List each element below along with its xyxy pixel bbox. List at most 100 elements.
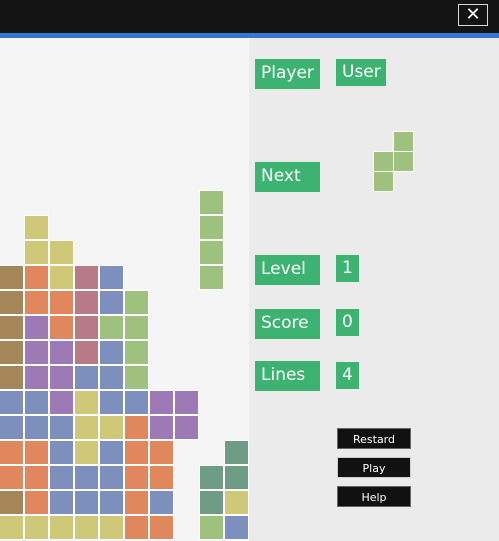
board-block bbox=[149, 390, 174, 415]
board-block bbox=[224, 490, 249, 515]
board-block bbox=[0, 440, 24, 465]
board-block bbox=[24, 290, 49, 315]
board-block bbox=[24, 390, 49, 415]
board-block bbox=[149, 490, 174, 515]
board-block bbox=[199, 465, 224, 490]
board-block bbox=[124, 290, 149, 315]
board-block bbox=[49, 265, 74, 290]
board-block bbox=[49, 365, 74, 390]
restart-button[interactable]: Restard bbox=[337, 428, 411, 449]
board-block bbox=[199, 240, 224, 265]
board-block bbox=[99, 390, 124, 415]
board-block bbox=[99, 340, 124, 365]
board-block bbox=[49, 490, 74, 515]
board-block bbox=[49, 465, 74, 490]
board-block bbox=[124, 440, 149, 465]
board-block bbox=[24, 440, 49, 465]
board-block bbox=[0, 365, 24, 390]
board-block bbox=[0, 390, 24, 415]
board-block bbox=[0, 340, 24, 365]
board-block bbox=[49, 390, 74, 415]
board-block bbox=[99, 415, 124, 440]
board-block bbox=[49, 415, 74, 440]
board-block bbox=[124, 490, 149, 515]
board-block bbox=[74, 490, 99, 515]
board-block bbox=[74, 465, 99, 490]
player-label: Player bbox=[255, 59, 320, 89]
board-block bbox=[99, 490, 124, 515]
score-value: 0 bbox=[336, 309, 359, 336]
board-block bbox=[49, 515, 74, 540]
board-block bbox=[124, 365, 149, 390]
board-block bbox=[0, 490, 24, 515]
board-block bbox=[74, 440, 99, 465]
board-block bbox=[124, 390, 149, 415]
board-block bbox=[74, 415, 99, 440]
board-block bbox=[199, 490, 224, 515]
board-block bbox=[0, 515, 24, 540]
level-value: 1 bbox=[336, 255, 359, 282]
board-block bbox=[199, 515, 224, 540]
board-block bbox=[149, 415, 174, 440]
title-bar bbox=[0, 0, 499, 33]
board-block bbox=[199, 265, 224, 290]
board-block bbox=[24, 215, 49, 240]
board-block bbox=[99, 440, 124, 465]
board-block bbox=[174, 415, 199, 440]
board-block bbox=[124, 465, 149, 490]
board-block bbox=[24, 315, 49, 340]
close-icon[interactable]: ✕ bbox=[458, 4, 488, 26]
game-board bbox=[0, 38, 249, 541]
score-label: Score bbox=[255, 309, 320, 339]
board-block bbox=[49, 440, 74, 465]
board-block bbox=[74, 315, 99, 340]
board-block bbox=[199, 215, 224, 240]
board-block bbox=[149, 515, 174, 540]
board-block bbox=[99, 515, 124, 540]
level-label: Level bbox=[255, 255, 320, 285]
next-piece-block bbox=[393, 131, 414, 152]
help-button[interactable]: Help bbox=[337, 486, 411, 507]
lines-label: Lines bbox=[255, 361, 320, 391]
board-block bbox=[99, 265, 124, 290]
board-block bbox=[74, 290, 99, 315]
board-block bbox=[0, 315, 24, 340]
board-block bbox=[74, 265, 99, 290]
board-block bbox=[224, 440, 249, 465]
next-label: Next bbox=[255, 162, 320, 192]
play-button[interactable]: Play bbox=[337, 457, 411, 478]
board-block bbox=[74, 340, 99, 365]
board-block bbox=[124, 415, 149, 440]
board-block bbox=[24, 515, 49, 540]
board-block bbox=[199, 190, 224, 215]
next-piece-block bbox=[373, 171, 394, 192]
board-block bbox=[224, 465, 249, 490]
board-block bbox=[0, 465, 24, 490]
board-block bbox=[74, 515, 99, 540]
board-block bbox=[0, 290, 24, 315]
board-block bbox=[24, 490, 49, 515]
next-piece-block bbox=[393, 151, 414, 172]
board-block bbox=[49, 240, 74, 265]
board-block bbox=[99, 290, 124, 315]
board-block bbox=[24, 340, 49, 365]
board-block bbox=[24, 465, 49, 490]
board-block bbox=[149, 465, 174, 490]
board-block bbox=[74, 365, 99, 390]
board-block bbox=[24, 415, 49, 440]
board-block bbox=[124, 515, 149, 540]
board-block bbox=[124, 340, 149, 365]
board-block bbox=[0, 265, 24, 290]
board-block bbox=[49, 340, 74, 365]
next-piece-block bbox=[373, 151, 394, 172]
board-block bbox=[174, 390, 199, 415]
board-block bbox=[24, 365, 49, 390]
board-block bbox=[0, 415, 24, 440]
board-block bbox=[224, 515, 249, 540]
board-block bbox=[99, 365, 124, 390]
board-block bbox=[49, 290, 74, 315]
board-block bbox=[99, 315, 124, 340]
board-block bbox=[124, 315, 149, 340]
board-block bbox=[149, 440, 174, 465]
board-block bbox=[99, 465, 124, 490]
